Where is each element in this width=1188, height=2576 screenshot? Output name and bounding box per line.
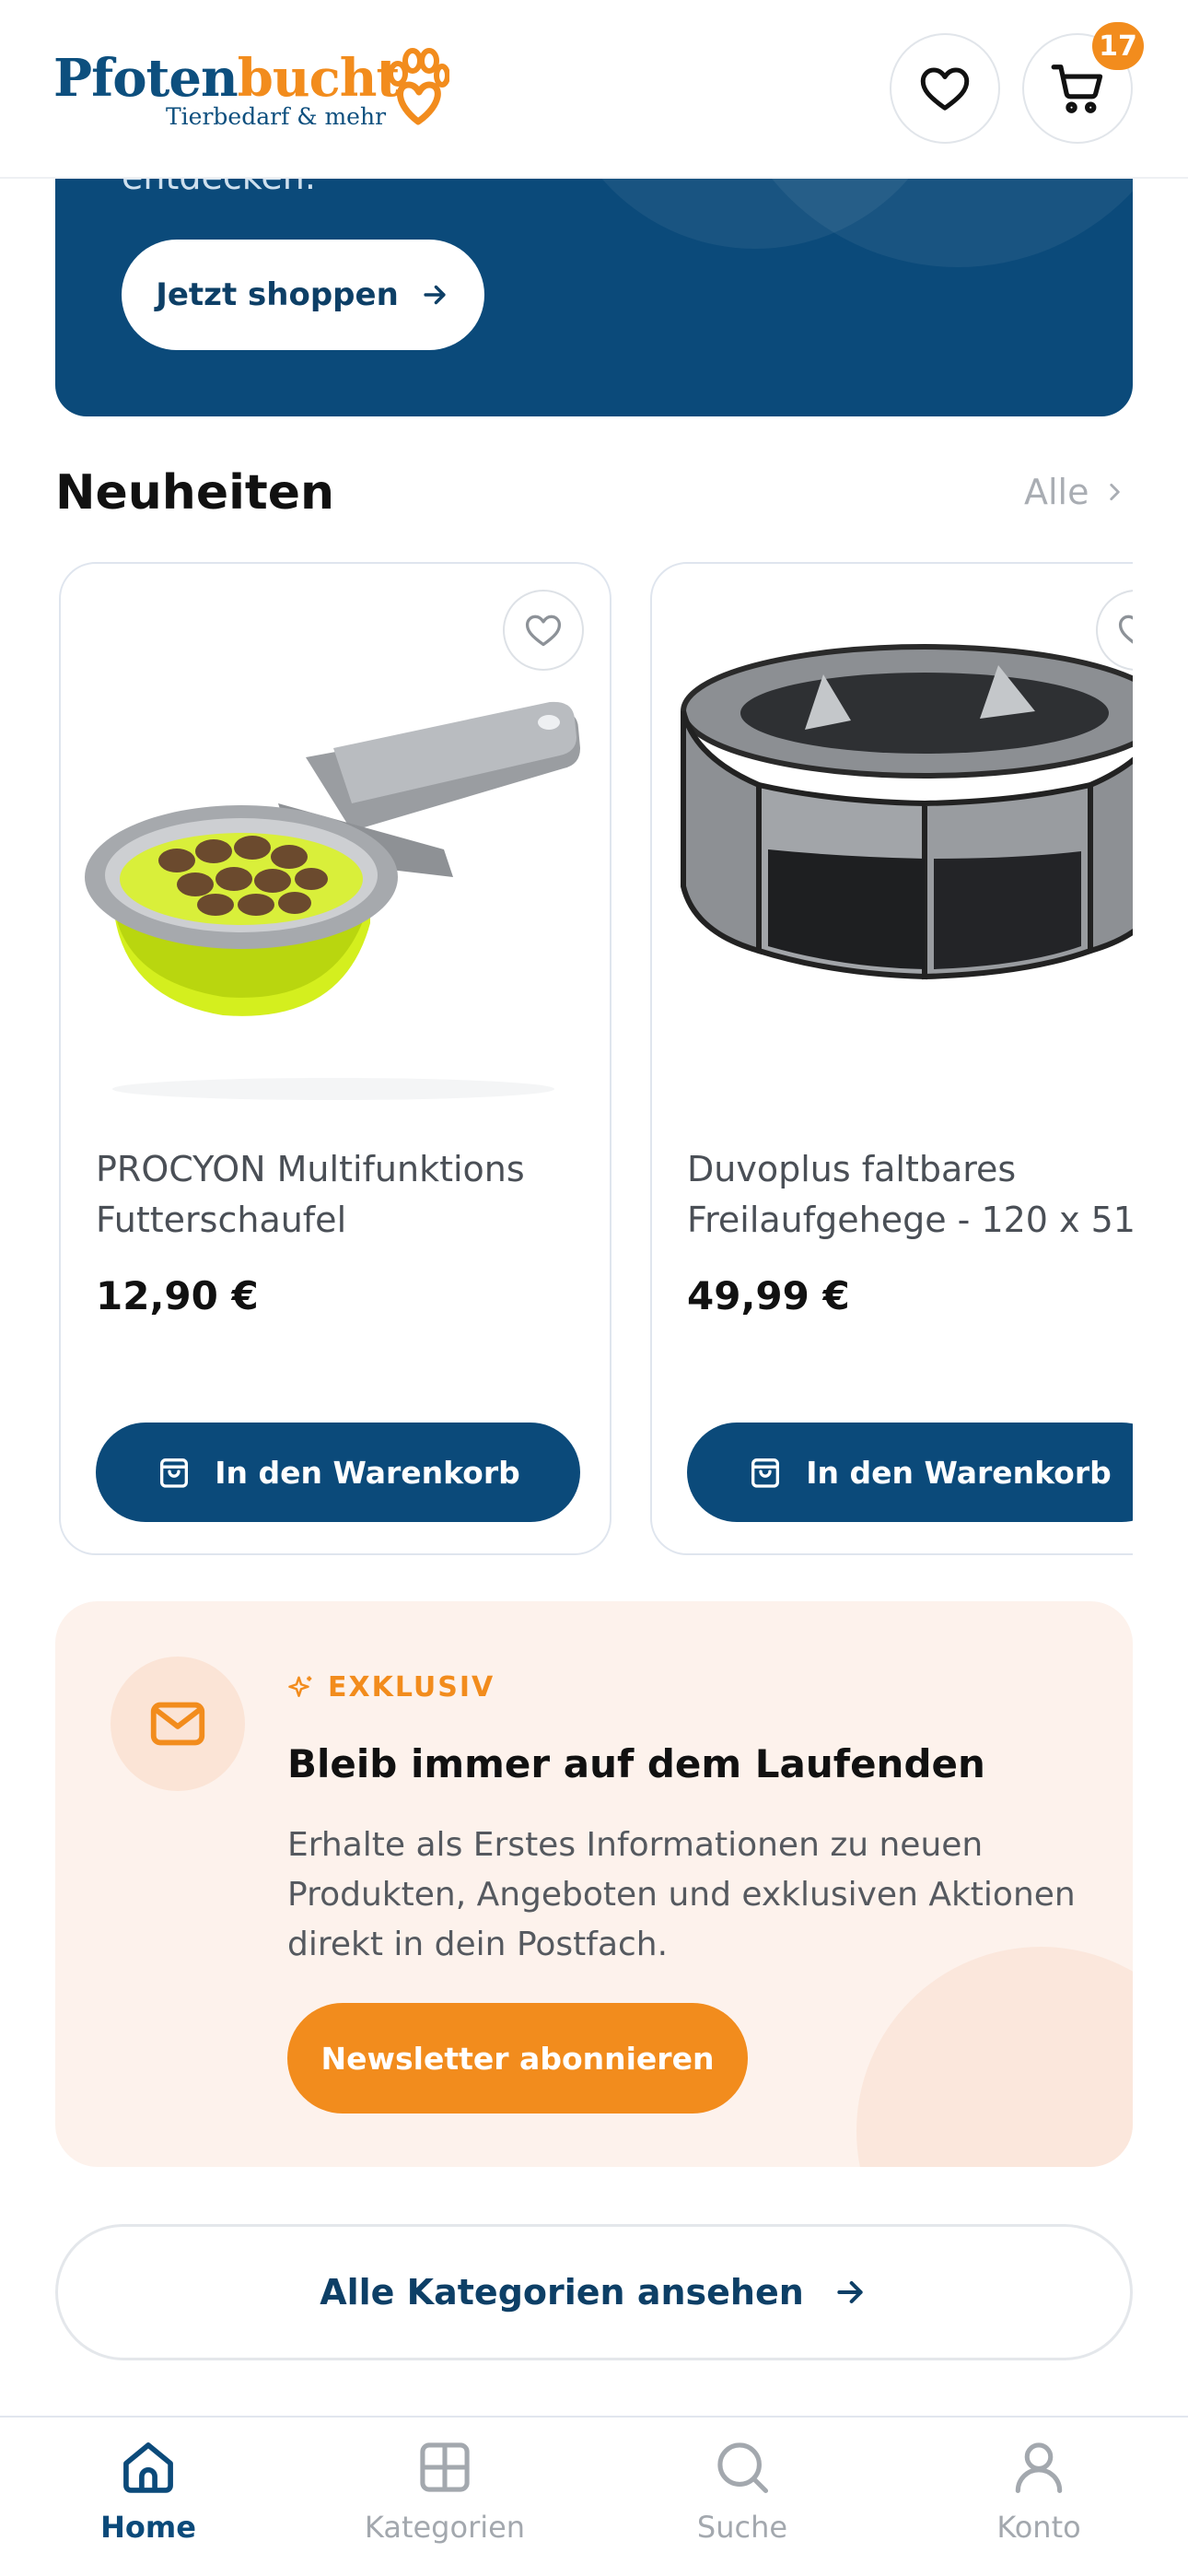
logo-tagline: Tierbedarf & mehr xyxy=(166,103,387,130)
nav-account[interactable]: Konto xyxy=(928,2436,1149,2565)
sparkle-icon xyxy=(288,1676,312,1697)
mail-icon xyxy=(150,1702,205,1746)
all-categories-label: Alle Kategorien ansehen xyxy=(320,2272,804,2313)
nav-label: Konto xyxy=(996,2510,1081,2545)
shop-now-label: Jetzt shoppen xyxy=(156,276,399,313)
add-to-cart-label: In den Warenkorb xyxy=(806,1454,1112,1491)
nav-label: Suche xyxy=(696,2510,788,2545)
product-image-food-scoop xyxy=(85,701,580,1100)
grid-icon xyxy=(420,2442,470,2492)
product-name[interactable]: PROCYON Multifunktions Futterschaufel xyxy=(96,1144,575,1246)
home-icon xyxy=(123,2442,173,2493)
newsletter-title: Bleib immer auf dem Laufenden xyxy=(287,1741,985,1786)
subscribe-newsletter-button[interactable]: Newsletter abonnieren xyxy=(287,2003,748,2113)
nav-home[interactable]: Home xyxy=(38,2436,259,2565)
product-card[interactable]: Duvoplus faltbares Freilaufgehege - 120 … xyxy=(650,562,1133,1555)
nav-categories[interactable]: Kategorien xyxy=(334,2436,555,2565)
search-icon xyxy=(717,2442,769,2494)
shopping-bag-icon xyxy=(751,1458,780,1488)
product-card[interactable]: PROCYON Multifunktions Futterschaufel 12… xyxy=(59,562,611,1555)
logo-wordmark: Pfotenbucht xyxy=(53,48,400,109)
add-to-cart-button[interactable]: In den Warenkorb xyxy=(687,1423,1133,1522)
cart-icon xyxy=(1051,64,1103,113)
nav-label: Kategorien xyxy=(364,2510,526,2545)
add-to-cart-button[interactable]: In den Warenkorb xyxy=(96,1423,580,1522)
exclusive-tag: EXKLUSIV xyxy=(287,1671,495,1704)
arrow-right-icon xyxy=(424,285,446,305)
card-favorite-button[interactable] xyxy=(503,590,584,671)
product-name[interactable]: Duvoplus faltbares Freilaufgehege - 120 … xyxy=(687,1144,1133,1246)
exclusive-label: EXKLUSIV xyxy=(328,1671,495,1704)
shopping-bag-icon xyxy=(160,1458,189,1488)
heart-icon xyxy=(1118,615,1133,644)
product-name-line: Freilaufgehege - 120 x 51 ... xyxy=(687,1200,1133,1240)
newsletter-card: EXKLUSIV Bleib immer auf dem Laufenden E… xyxy=(55,1601,1133,2167)
product-image-playpen xyxy=(681,644,1133,980)
see-all-link[interactable]: Alle xyxy=(1024,472,1126,512)
nav-search[interactable]: Suche xyxy=(632,2436,853,2565)
newsletter-decoration xyxy=(856,1947,1133,2167)
app-header: Pfotenbucht Tierbedarf & mehr 17 xyxy=(0,0,1188,179)
product-name-line: Duvoplus faltbares xyxy=(687,1149,1017,1189)
user-icon xyxy=(1015,2442,1063,2494)
bottom-navigation: Home Kategorien Suche Konto xyxy=(0,2416,1188,2576)
newsletter-text: Erhalte als Erstes Informationen zu neue… xyxy=(287,1826,1076,1963)
product-price: 49,99 € xyxy=(687,1273,850,1318)
logo[interactable]: Pfotenbucht Tierbedarf & mehr xyxy=(53,46,449,138)
product-price: 12,90 € xyxy=(96,1273,259,1318)
product-carousel[interactable]: PROCYON Multifunktions Futterschaufel 12… xyxy=(55,562,1133,1557)
mail-icon-circle xyxy=(111,1657,245,1791)
shop-now-button[interactable]: Jetzt shoppen xyxy=(122,240,484,350)
all-categories-button[interactable]: Alle Kategorien ansehen xyxy=(55,2224,1133,2360)
section-title: Neuheiten xyxy=(55,465,335,521)
cart-count-badge: 17 xyxy=(1092,22,1144,70)
see-all-label: Alle xyxy=(1024,472,1089,512)
favorites-button[interactable] xyxy=(890,33,1000,144)
heart-icon xyxy=(920,67,970,111)
paw-heart-icon xyxy=(388,48,449,125)
nav-label: Home xyxy=(100,2510,196,2545)
heart-icon xyxy=(525,615,562,647)
chevron-right-icon xyxy=(1109,484,1120,500)
add-to-cart-label: In den Warenkorb xyxy=(215,1454,520,1491)
arrow-right-icon xyxy=(837,2281,863,2303)
